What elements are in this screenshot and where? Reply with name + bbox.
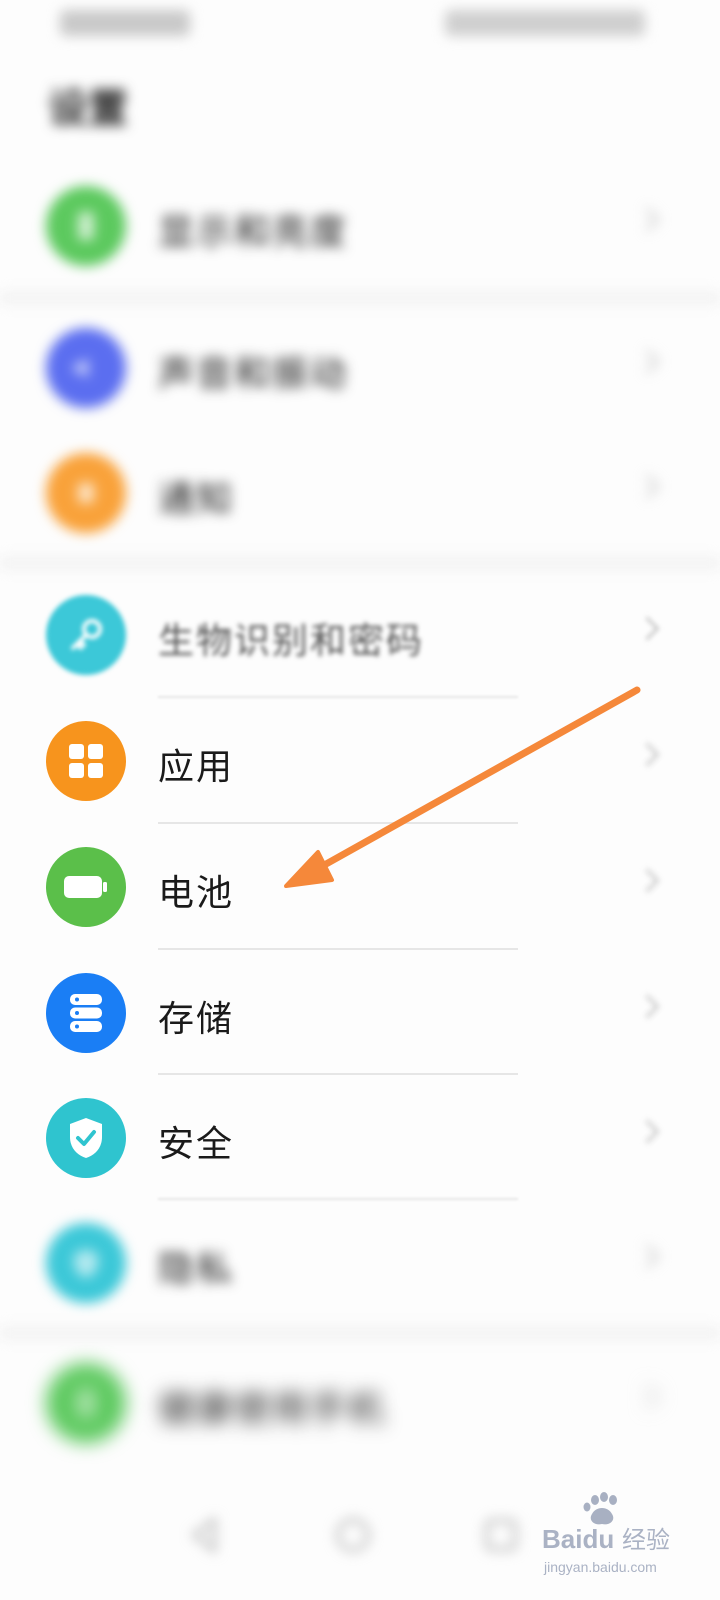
baidu-paw-logo: Baidu 经验 jingyan.baidu.com: [542, 1492, 670, 1575]
watermark-brand-cn: 经验: [622, 1526, 670, 1554]
annotation-arrow: [284, 686, 641, 888]
watermark-brand: Baidu: [542, 1524, 614, 1554]
settings-screen: 设置 显示和亮度 声音和振动 通知 生物识别和密码 应用 电池 存储 安全 隐私…: [0, 0, 720, 1600]
baidu-watermark: Baidu 经验 jingyan.baidu.com: [540, 1490, 680, 1584]
watermark-url: jingyan.baidu.com: [543, 1559, 657, 1575]
